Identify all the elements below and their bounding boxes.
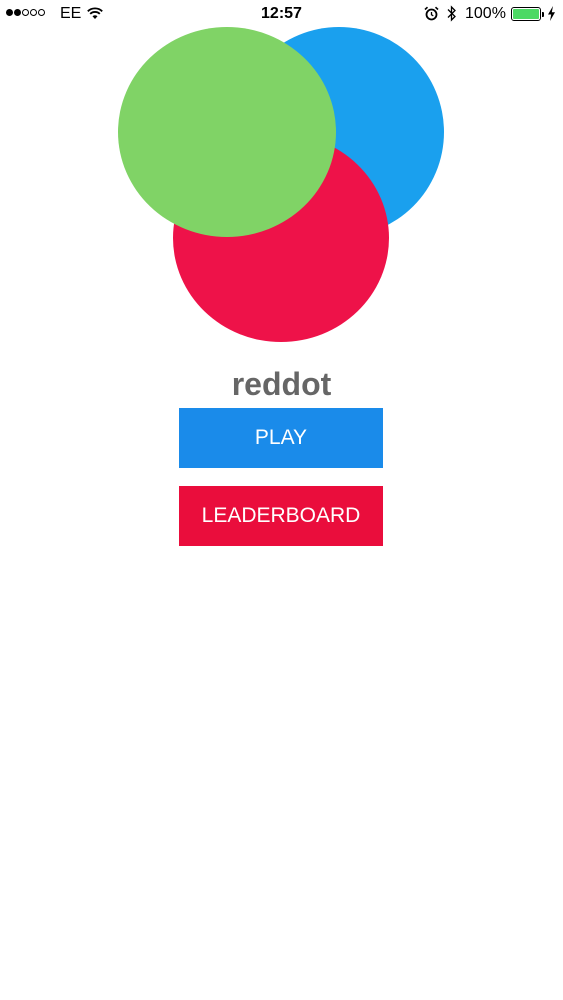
app-logo [0, 0, 563, 360]
play-button[interactable]: PLAY [179, 408, 383, 468]
green-circle [118, 27, 336, 237]
leaderboard-button[interactable]: LEADERBOARD [179, 486, 383, 546]
app-title: reddot [231, 366, 332, 402]
